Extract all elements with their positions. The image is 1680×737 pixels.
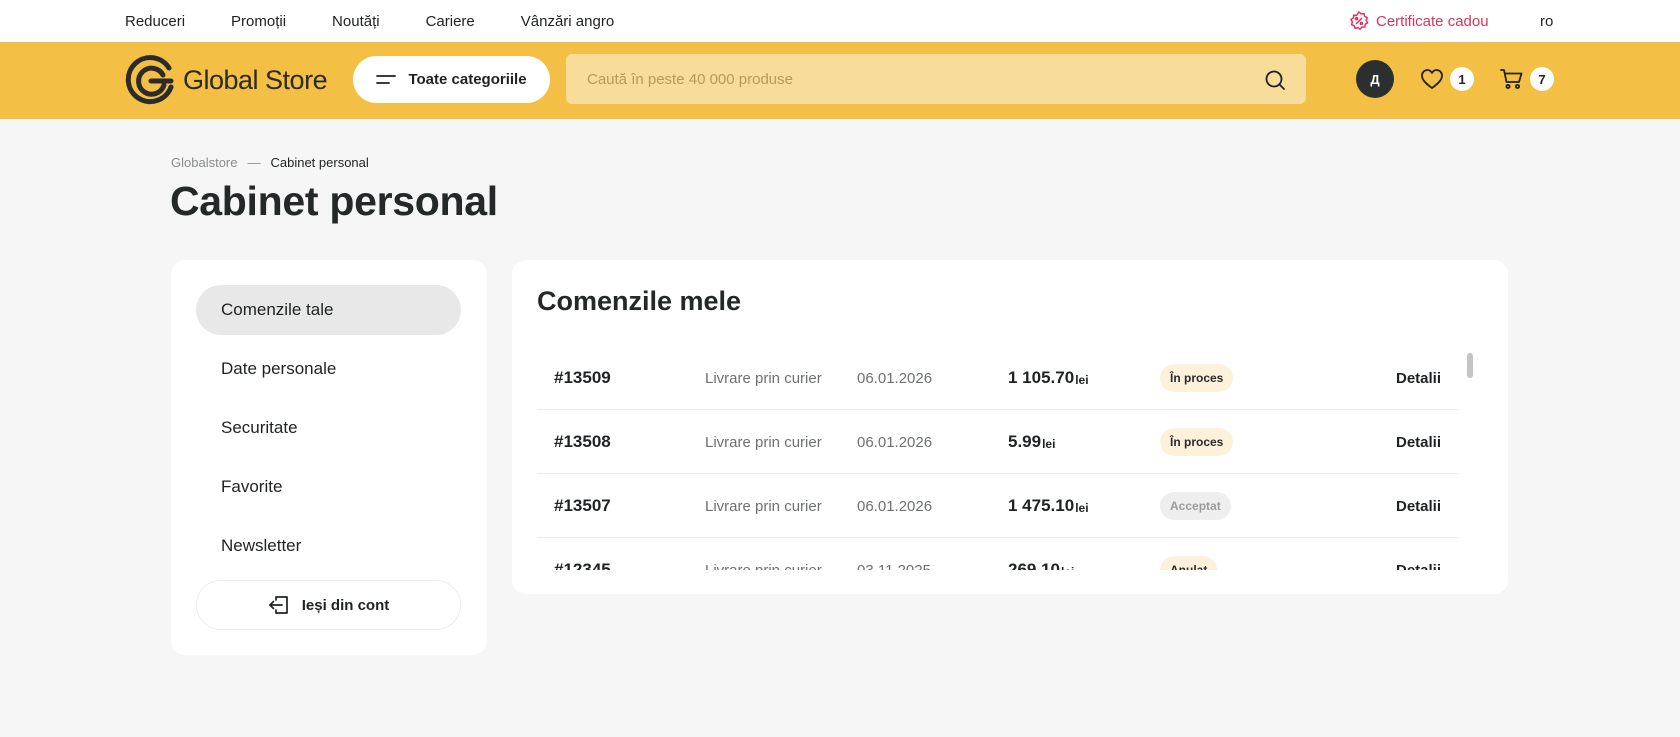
order-id: #13507 xyxy=(554,496,611,515)
orders-title: Comenzile mele xyxy=(537,286,742,316)
favorites-button[interactable]: 1 xyxy=(1420,61,1474,97)
order-total: 5.99 lei xyxy=(1008,410,1055,474)
logo[interactable]: Global Store xyxy=(125,53,328,108)
order-row[interactable]: #13507 Livrare prin curier 06.01.2026 1 … xyxy=(537,474,1458,538)
orders-scrollbar-thumb[interactable] xyxy=(1467,353,1473,378)
order-row[interactable]: #13508 Livrare prin curier 06.01.2026 5.… xyxy=(537,410,1458,474)
order-currency: lei xyxy=(1075,373,1089,387)
menu-lines-icon xyxy=(376,74,397,84)
order-delivery: Livrare prin curier xyxy=(705,433,822,451)
search-box xyxy=(566,54,1306,104)
cart-count-badge: 7 xyxy=(1530,67,1554,91)
status-badge: În proces xyxy=(1160,364,1234,392)
search-input[interactable] xyxy=(566,54,1246,104)
all-categories-button[interactable]: Toate categoriile xyxy=(353,56,550,103)
search-icon[interactable] xyxy=(1264,69,1286,91)
order-delivery: Livrare prin curier xyxy=(705,497,822,515)
order-status: În proces xyxy=(1160,346,1234,410)
order-currency: lei xyxy=(1061,565,1074,570)
order-details-link[interactable]: Detalii xyxy=(1396,538,1441,571)
main-header: Global Store Toate categoriile Д 1 7 xyxy=(0,42,1680,119)
cart-icon xyxy=(1500,69,1523,89)
order-status: Anulat xyxy=(1160,538,1218,570)
order-status: Acceptat xyxy=(1160,474,1231,538)
orders-list: #13509 Livrare prin curier 06.01.2026 1 … xyxy=(537,346,1458,570)
sidebar-item-personal-data[interactable]: Date personale xyxy=(196,344,461,394)
order-total-value: 269.10 xyxy=(1008,560,1060,570)
order-currency: lei xyxy=(1075,501,1089,515)
heart-icon xyxy=(1421,69,1443,89)
status-badge: În proces xyxy=(1160,428,1234,456)
order-row[interactable]: #12345 Livrare prin curier 03.11.2025 26… xyxy=(537,538,1458,570)
top-utility-bar: Reduceri Promoții Noutăți Cariere Vânzăr… xyxy=(0,0,1680,42)
order-row[interactable]: #13509 Livrare prin curier 06.01.2026 1 … xyxy=(537,346,1458,410)
order-total-value: 5.99 xyxy=(1008,432,1042,451)
order-date: 06.01.2026 xyxy=(857,433,933,451)
order-details-link[interactable]: Detalii xyxy=(1396,346,1441,410)
breadcrumb-separator: — xyxy=(247,155,261,170)
order-total-value: 1 105.70 xyxy=(1008,368,1075,387)
account-sidebar: Comenzile tale Date personale Securitate… xyxy=(171,260,487,655)
nav-link-vanzari-angro[interactable]: Vânzări angro xyxy=(521,13,614,30)
cart-button[interactable]: 7 xyxy=(1500,61,1554,97)
sidebar-item-security[interactable]: Securitate xyxy=(196,403,461,453)
breadcrumb-current: Cabinet personal xyxy=(270,155,369,170)
user-avatar[interactable]: Д xyxy=(1356,60,1394,98)
order-id: #13509 xyxy=(554,368,611,387)
logout-button[interactable]: Ieși din cont xyxy=(196,580,461,630)
nav-link-cariere[interactable]: Cariere xyxy=(426,13,475,30)
logout-label: Ieși din cont xyxy=(301,596,390,614)
order-delivery: Livrare prin curier xyxy=(705,561,822,571)
nav-link-noutati[interactable]: Noutăți xyxy=(332,13,380,30)
order-total-value: 1 475.10 xyxy=(1008,496,1075,515)
status-badge: Acceptat xyxy=(1160,492,1231,520)
page-title: Cabinet personal xyxy=(170,178,498,224)
order-currency: lei xyxy=(1042,437,1056,451)
gift-certificates-link[interactable]: Certificate cadou xyxy=(1348,0,1489,42)
order-total: 1 475.10 lei xyxy=(1008,474,1089,538)
order-date: 03.11.2025 xyxy=(857,561,931,571)
logo-text: Global Store xyxy=(183,65,328,95)
order-status: În proces xyxy=(1160,410,1234,474)
gift-certificates-label: Certificate cadou xyxy=(1376,12,1489,30)
order-total: 269.10lei xyxy=(1008,538,1074,570)
breadcrumb-home[interactable]: Globalstore xyxy=(171,155,237,170)
order-delivery: Livrare prin curier xyxy=(705,369,822,387)
sidebar-item-orders[interactable]: Comenzile tale xyxy=(196,285,461,335)
order-details-link[interactable]: Detalii xyxy=(1396,474,1441,538)
order-id: #12345 xyxy=(554,560,611,570)
global-store-logo-icon xyxy=(125,54,174,104)
language-switch[interactable]: ro xyxy=(1540,0,1553,42)
all-categories-label: Toate categoriile xyxy=(408,71,527,88)
order-details-link[interactable]: Detalii xyxy=(1396,410,1441,474)
status-badge: Anulat xyxy=(1160,556,1218,570)
logout-icon xyxy=(268,596,288,614)
favorites-count-badge: 1 xyxy=(1450,67,1474,91)
orders-panel: Comenzile mele #13509 Livrare prin curie… xyxy=(512,260,1508,594)
sidebar-item-favorites[interactable]: Favorite xyxy=(196,462,461,512)
order-date: 06.01.2026 xyxy=(857,497,933,515)
order-total: 1 105.70 lei xyxy=(1008,346,1089,410)
sidebar-item-newsletter[interactable]: Newsletter xyxy=(196,521,461,571)
order-id: #13508 xyxy=(554,432,611,451)
nav-link-promotii[interactable]: Promoții xyxy=(231,13,286,30)
breadcrumb: Globalstore — Cabinet personal xyxy=(171,155,369,170)
nav-link-reduceri[interactable]: Reduceri xyxy=(125,13,185,30)
order-date: 06.01.2026 xyxy=(857,369,933,387)
top-nav: Reduceri Promoții Noutăți Cariere Vânzăr… xyxy=(125,0,660,42)
discount-badge-icon xyxy=(1349,10,1369,31)
